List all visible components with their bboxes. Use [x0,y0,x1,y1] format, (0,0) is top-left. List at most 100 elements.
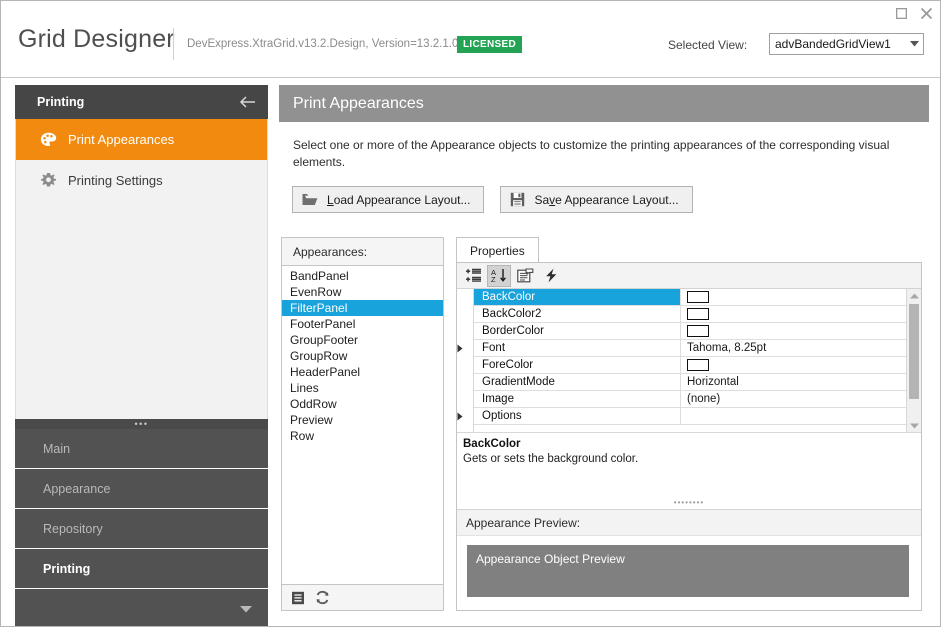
expand-font-row[interactable] [457,340,473,357]
color-swatch[interactable] [687,325,709,337]
expand-options-row[interactable] [457,408,473,425]
label-pre: Sa [534,192,550,207]
property-value[interactable] [681,357,906,373]
property-pages-icon[interactable] [513,265,537,287]
property-name: GradientMode [474,374,681,390]
property-description-title: BackColor [463,438,521,450]
appearance-preview-area: Appearance Object Preview [457,536,921,610]
property-name: BackColor [474,289,681,305]
properties-panel: Properties A Z BackColor BackColor2 Bord… [456,237,922,611]
color-swatch[interactable] [687,359,709,371]
svg-text:Z: Z [491,275,496,283]
gutter-cell [457,357,473,374]
list-item-selected[interactable]: FilterPanel [282,300,443,316]
header-divider [1,77,940,78]
property-value[interactable] [681,323,906,339]
save-appearance-layout-label: Save Appearance Layout... [534,193,678,207]
chevron-down-icon [906,34,923,54]
sidebar-footer-item-appearance[interactable]: Appearance [15,469,268,509]
window-controls [893,5,934,21]
expand-triangle-icon [457,408,463,425]
table-row-backcolor2[interactable]: BackColor2 [474,306,906,323]
load-appearance-layout-label: Load Appearance Layout... [327,193,470,207]
table-row-gradientmode[interactable]: GradientMode Horizontal [474,374,906,391]
color-swatch[interactable] [687,308,709,320]
sidebar-footer-more-button[interactable] [15,589,268,626]
property-description: BackColor Gets or sets the background co… [457,432,921,500]
table-row-forecolor[interactable]: ForeColor [474,357,906,374]
sidebar-item-label: Print Appearances [68,132,175,147]
description-splitter-handle[interactable]: •••••••• [457,499,921,509]
palette-icon [37,131,59,149]
table-row-font[interactable]: Font Tahoma, 8.25pt [474,340,906,357]
list-item[interactable]: Lines [282,380,443,396]
table-row-image[interactable]: Image (none) [474,391,906,408]
title-bar [1,1,940,27]
list-icon[interactable] [289,589,306,606]
list-item[interactable]: Preview [282,412,443,428]
sidebar-body: Print Appearances Printing Settings [15,119,268,419]
scroll-up-arrow-icon[interactable] [907,289,921,302]
alphabetical-sort-icon[interactable]: A Z [487,264,511,287]
grid-designer-window: Grid Designer DevExpress.XtraGrid.v13.2.… [0,0,941,627]
appearances-list[interactable]: BandPanel EvenRow FilterPanel FooterPane… [282,266,443,584]
list-item[interactable]: GroupFooter [282,332,443,348]
label-rest: oad Appearance Layout... [333,192,471,207]
sidebar-footer-item-repository[interactable]: Repository [15,509,268,549]
property-value[interactable]: Horizontal [681,374,906,390]
sidebar-footer-label: Appearance [43,481,111,496]
selected-view-label: Selected View: [668,38,748,52]
appearance-preview-label: Appearance Object Preview [476,552,625,566]
save-disk-icon [510,192,525,207]
reset-refresh-icon[interactable] [314,589,331,606]
load-appearance-layout-button[interactable]: Load Appearance Layout... [292,186,485,213]
tab-properties[interactable]: Properties [456,237,539,263]
categorized-icon[interactable] [461,265,485,287]
sidebar-footer-nav: Main Appearance Repository Printing [15,429,268,626]
property-description-text: Gets or sets the background color. [463,453,639,465]
sidebar-item-print-appearances[interactable]: Print Appearances [16,119,267,160]
scroll-down-arrow-icon[interactable] [907,419,921,432]
table-row-options[interactable]: Options [474,408,906,425]
property-value[interactable] [681,306,906,322]
close-icon[interactable] [918,5,934,21]
properties-toolbar: A Z [457,263,921,289]
list-item[interactable]: BandPanel [282,268,443,284]
list-item[interactable]: Row [282,428,443,444]
scrollbar-thumb[interactable] [909,304,919,399]
maximize-icon[interactable] [893,5,909,21]
property-value[interactable] [681,408,906,424]
property-grid-gutter [457,289,474,432]
accelerator-letter: L [327,192,334,207]
color-swatch[interactable] [687,291,709,303]
sidebar-footer-item-main[interactable]: Main [15,429,268,469]
events-lightning-icon[interactable] [539,265,563,287]
back-arrow-icon[interactable] [239,96,256,108]
sidebar-item-label: Printing Settings [68,173,163,188]
sidebar-header: Printing [15,85,268,119]
property-value[interactable]: Tahoma, 8.25pt [681,340,906,356]
selected-view-dropdown[interactable]: advBandedGridView1 [769,33,924,55]
property-value[interactable]: (none) [681,391,906,407]
sidebar-footer-label: Repository [43,521,103,536]
property-value[interactable] [681,289,906,305]
list-item[interactable]: FooterPanel [282,316,443,332]
sidebar-item-printing-settings[interactable]: Printing Settings [16,160,267,201]
table-row-bordercolor[interactable]: BorderColor [474,323,906,340]
list-item[interactable]: OddRow [282,396,443,412]
list-item[interactable]: GroupRow [282,348,443,364]
table-row-backcolor[interactable]: BackColor [474,289,906,306]
property-grid: BackColor BackColor2 BorderColor Font Ta… [457,289,921,432]
expand-triangle-icon [457,340,463,357]
content-description: Select one or more of the Appearance obj… [293,138,890,169]
sidebar-splitter-handle[interactable]: ••• [15,419,268,429]
list-item[interactable]: HeaderPanel [282,364,443,380]
title-divider [173,28,174,60]
list-item[interactable]: EvenRow [282,284,443,300]
property-grid-rows: BackColor BackColor2 BorderColor Font Ta… [474,289,906,432]
content-header-bar: Print Appearances [279,85,929,122]
sidebar-footer-item-printing[interactable]: Printing [15,549,268,589]
save-appearance-layout-button[interactable]: Save Appearance Layout... [500,186,693,213]
property-grid-scrollbar[interactable] [906,289,921,432]
gutter-cell [457,306,473,323]
